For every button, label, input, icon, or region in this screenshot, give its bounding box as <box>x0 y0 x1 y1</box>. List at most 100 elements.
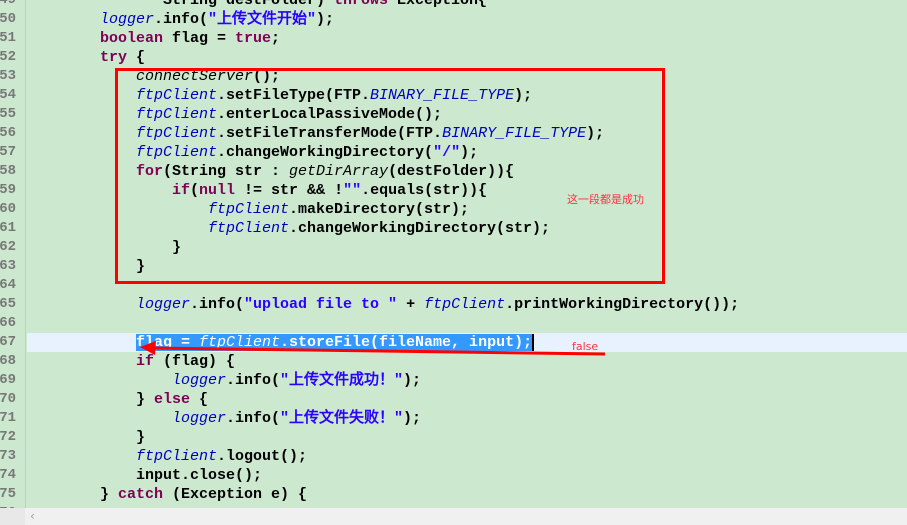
code-line[interactable]: boolean flag = true; <box>27 29 907 48</box>
code-token: Exception{ <box>388 0 488 9</box>
code-line[interactable]: try { <box>27 48 907 67</box>
code-token: "upload file to " <box>244 296 398 313</box>
code-line[interactable]: ftpClient.logout(); <box>27 447 907 466</box>
line-number: 56 <box>0 125 16 141</box>
text-selection[interactable]: flag = ftpClient.storeFile(fileName, inp… <box>136 334 533 351</box>
code-token: logger <box>136 296 191 313</box>
code-token: for <box>136 163 164 180</box>
code-line[interactable]: } <box>27 428 907 447</box>
code-token: } <box>136 429 146 446</box>
code-token: .info( <box>154 11 209 28</box>
code-line[interactable]: ftpClient.setFileType(FTP.BINARY_FILE_TY… <box>27 86 907 105</box>
code-token: boolean <box>100 30 164 47</box>
code-token: true <box>235 30 272 47</box>
code-token: flag = <box>136 334 200 351</box>
code-token: .info( <box>190 296 245 313</box>
line-number: 61 <box>0 220 16 236</box>
scroll-left-icon[interactable]: ‹ <box>30 508 35 525</box>
line-number: 60 <box>0 201 16 217</box>
code-line[interactable]: } catch (Exception e) { <box>27 485 907 504</box>
code-token: BINARY_FILE_TYPE <box>370 87 515 104</box>
code-token: ftpClient <box>136 106 218 123</box>
code-line[interactable]: logger.info("上传文件成功！"); <box>27 371 907 390</box>
line-number: 65 <box>0 296 16 312</box>
code-token: ftpClient <box>208 220 290 237</box>
code-line[interactable]: } <box>27 238 907 257</box>
code-line[interactable]: logger.info("上传文件失败！"); <box>27 409 907 428</box>
line-number: 51 <box>0 30 16 46</box>
line-number: 55 <box>0 106 16 122</box>
code-token: getDirArray <box>289 163 389 180</box>
code-line[interactable]: ftpClient.changeWorkingDirectory(str); <box>27 219 907 238</box>
code-token: ; <box>271 30 281 47</box>
code-token: (flag) { <box>154 353 236 370</box>
code-editor[interactable]: String destFolder) throws Exception{logg… <box>27 0 907 523</box>
code-line[interactable]: input.close(); <box>27 466 907 485</box>
annotation-false-note: false <box>572 340 599 353</box>
code-token: .printWorkingDirectory()); <box>505 296 740 313</box>
code-token: "" <box>343 182 362 199</box>
code-line[interactable]: logger.info("upload file to " + ftpClien… <box>27 295 907 314</box>
line-number: 59 <box>0 182 16 198</box>
code-line[interactable] <box>27 314 907 333</box>
line-number: 68 <box>0 353 16 369</box>
code-token: (); <box>253 68 281 85</box>
code-token: .setFileType(FTP. <box>217 87 371 104</box>
code-line[interactable]: String destFolder) throws Exception{ <box>27 0 907 10</box>
code-token: null <box>199 182 236 199</box>
line-number: 75 <box>0 486 16 502</box>
code-token: .info( <box>226 410 281 427</box>
scrollbar-corner <box>0 508 25 525</box>
code-line[interactable]: logger.info("上传文件开始"); <box>27 10 907 29</box>
code-token: .info( <box>226 372 281 389</box>
line-number: 66 <box>0 315 16 331</box>
code-line[interactable]: } else { <box>27 390 907 409</box>
line-number: 69 <box>0 372 16 388</box>
code-token: logger <box>172 410 227 427</box>
code-line[interactable]: if (flag) { <box>27 352 907 371</box>
code-line[interactable]: ftpClient.makeDirectory(str); <box>27 200 907 219</box>
code-token: "上传文件失败！" <box>280 410 404 427</box>
code-token: + <box>397 296 425 313</box>
line-number: 74 <box>0 467 16 483</box>
code-line[interactable]: flag = ftpClient.storeFile(fileName, inp… <box>27 333 907 352</box>
code-line[interactable]: if(null != str && !"".equals(str)){ <box>27 181 907 200</box>
code-token: try <box>100 49 128 66</box>
code-token: ftpClient <box>136 144 218 161</box>
line-number: 49 <box>0 0 16 8</box>
code-token: } <box>136 391 155 408</box>
code-token: "上传文件成功！" <box>280 372 404 389</box>
code-token: .equals(str)){ <box>361 182 488 199</box>
line-number: 54 <box>0 87 16 103</box>
line-number: 57 <box>0 144 16 160</box>
line-number: 64 <box>0 277 16 293</box>
line-number: 50 <box>0 11 16 27</box>
code-token: .setFileTransferMode(FTP. <box>217 125 443 142</box>
code-token: } <box>172 239 182 256</box>
line-number: 52 <box>0 49 16 65</box>
code-line[interactable]: connectServer(); <box>27 67 907 86</box>
horizontal-scrollbar[interactable]: ‹ <box>0 508 907 525</box>
code-line[interactable]: for(String str : getDirArray(destFolder)… <box>27 162 907 181</box>
code-line[interactable]: } <box>27 257 907 276</box>
code-token: (String str : <box>163 163 290 180</box>
code-line[interactable] <box>27 276 907 295</box>
code-token: ftpClient <box>136 448 218 465</box>
text-cursor <box>532 333 535 351</box>
code-token: { <box>190 391 209 408</box>
line-number: 58 <box>0 163 16 179</box>
code-line[interactable]: ftpClient.setFileTransferMode(FTP.BINARY… <box>27 124 907 143</box>
code-token: catch <box>118 486 164 503</box>
code-line[interactable]: ftpClient.changeWorkingDirectory("/"); <box>27 143 907 162</box>
code-token: .logout(); <box>217 448 308 465</box>
line-number: 70 <box>0 391 16 407</box>
code-token: ); <box>403 410 422 427</box>
code-token: { <box>127 49 146 66</box>
code-token: connectServer <box>136 68 254 85</box>
code-token: ftpClient <box>136 125 218 142</box>
code-token: ); <box>586 125 605 142</box>
code-token: "/" <box>433 144 461 161</box>
code-token: logger <box>172 372 227 389</box>
code-line[interactable]: ftpClient.enterLocalPassiveMode(); <box>27 105 907 124</box>
line-number: 71 <box>0 410 16 426</box>
